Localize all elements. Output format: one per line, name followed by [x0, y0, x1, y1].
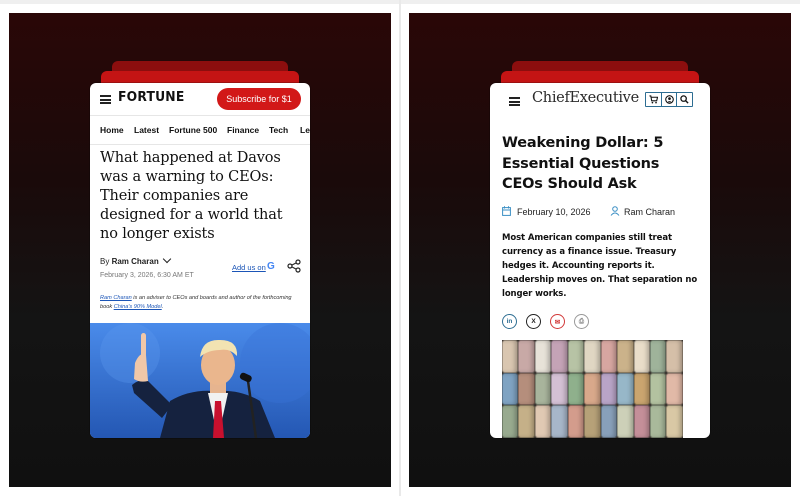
cart-icon[interactable]: [646, 93, 662, 106]
article-photo: [90, 323, 310, 438]
publish-date: February 3, 2026, 6:30 AM ET: [100, 272, 194, 279]
nav-item-tech[interactable]: Tech: [269, 125, 288, 135]
fortune-header: FORTUNE Subscribe for $1: [90, 83, 310, 115]
x-icon[interactable]: X: [526, 314, 541, 329]
chief-executive-article-card: ChiefExecutive Weakening Dollar: 5 Essen…: [490, 83, 710, 438]
publish-date: February 10, 2026: [517, 207, 591, 217]
add-us-on-google-link[interactable]: Add us on: [232, 263, 266, 272]
print-icon[interactable]: ⎙: [574, 314, 589, 329]
account-icon[interactable]: [662, 93, 678, 106]
linkedin-icon[interactable]: in: [502, 314, 517, 329]
search-icon[interactable]: [677, 93, 692, 106]
chief-executive-logo[interactable]: ChiefExecutive: [532, 90, 639, 106]
user-icon: [610, 206, 620, 216]
article-summary: Most American companies still treat curr…: [502, 233, 698, 299]
article-title: Weakening Dollar: 5 Essential Questions …: [502, 135, 664, 192]
author-name[interactable]: Ram Charan: [624, 207, 675, 217]
fortune-nav: Home Latest Fortune 500 Finance Tech Le: [90, 115, 310, 145]
decorative-tab: [501, 71, 699, 83]
fortune-article-card: FORTUNE Subscribe for $1 Home Latest For…: [90, 83, 310, 438]
menu-icon[interactable]: [100, 95, 111, 104]
menu-icon[interactable]: [509, 97, 520, 106]
article-headline: What happened at Davos was a warning to …: [100, 150, 283, 242]
email-icon[interactable]: ✉: [550, 314, 565, 329]
nav-item-latest[interactable]: Latest: [134, 125, 159, 135]
subscribe-button[interactable]: Subscribe for $1: [217, 88, 301, 110]
calendar-icon: [502, 206, 511, 216]
author-name[interactable]: Ram Charan: [112, 257, 159, 266]
chevron-down-icon[interactable]: [162, 254, 171, 264]
share-icon[interactable]: [287, 259, 301, 273]
chief-header: ChiefExecutive: [490, 83, 710, 117]
panel-divider: [399, 0, 401, 496]
fortune-logo[interactable]: FORTUNE: [118, 90, 184, 105]
currency-rolls-photo: [502, 340, 683, 438]
byline: By Ram Charan: [100, 254, 171, 266]
fortune-panel: FORTUNE Subscribe for $1 Home Latest For…: [9, 13, 391, 487]
author-note: Ram Charan is an adviser to CEOs and boa…: [100, 295, 292, 310]
byline-prefix: By: [100, 257, 110, 266]
chief-executive-panel: ChiefExecutive Weakening Dollar: 5 Essen…: [409, 13, 791, 487]
author-note-link[interactable]: Ram Charan: [100, 295, 132, 301]
nav-item-home[interactable]: Home: [100, 125, 124, 135]
book-link[interactable]: China's 90% Model: [114, 304, 162, 310]
nav-item-fortune-500[interactable]: Fortune 500: [169, 125, 217, 135]
decorative-tab: [101, 71, 299, 83]
nav-item-finance[interactable]: Finance: [227, 125, 259, 135]
nav-item-more[interactable]: Le: [300, 125, 310, 135]
google-icon[interactable]: G: [267, 261, 275, 272]
header-icon-group: [645, 92, 693, 107]
